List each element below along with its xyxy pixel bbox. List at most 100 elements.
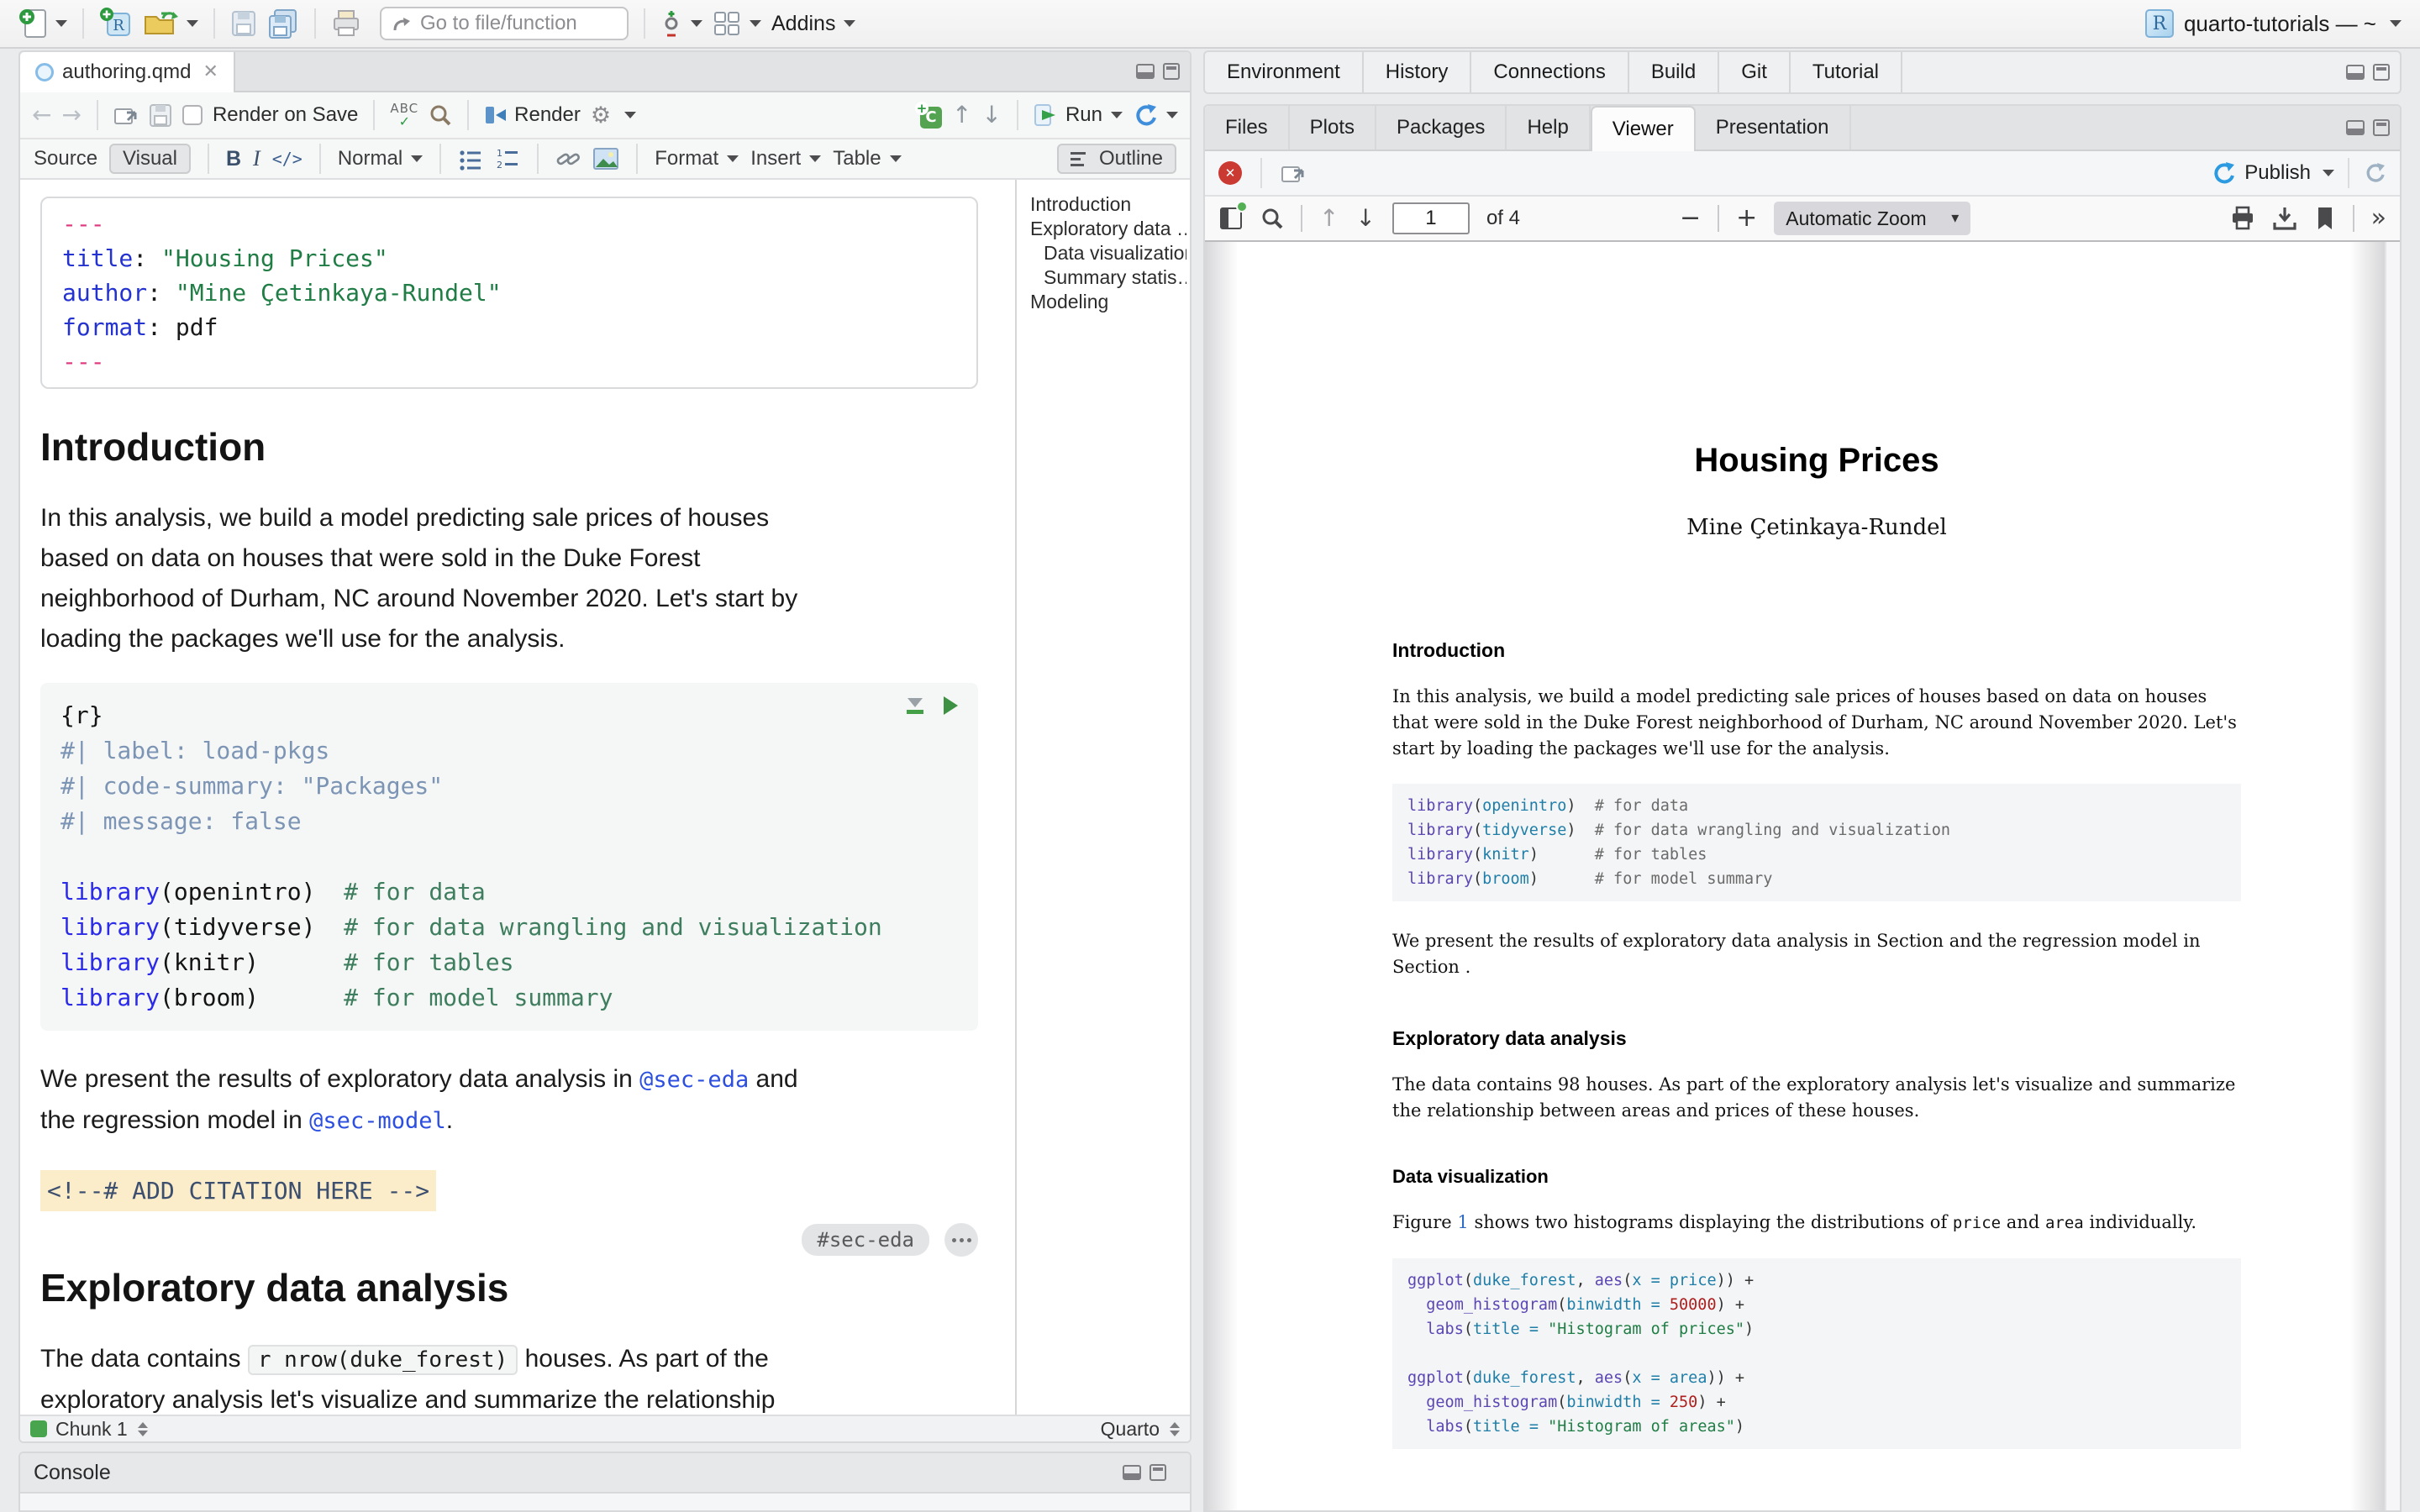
more-options-icon[interactable]: [944, 1223, 978, 1257]
new-file-button[interactable]: [18, 7, 67, 40]
refresh-icon[interactable]: [2363, 161, 2386, 185]
maximize-pane-icon[interactable]: [2373, 119, 2390, 136]
minimize-pane-icon[interactable]: [1136, 64, 1155, 79]
paragraph-style-select[interactable]: Normal: [338, 147, 423, 171]
close-tab-icon[interactable]: ✕: [203, 63, 218, 81]
go-previous-chunk-icon[interactable]: ↑: [952, 103, 971, 127]
maximize-pane-icon[interactable]: [1163, 63, 1180, 80]
spellcheck-icon[interactable]: ABC ✓: [390, 102, 418, 129]
save-all-button[interactable]: [267, 8, 299, 39]
tab-git[interactable]: Git: [1719, 52, 1791, 92]
tab-connections[interactable]: Connections: [1471, 52, 1628, 92]
console-header[interactable]: Console: [20, 1453, 1190, 1494]
minimize-pane-icon[interactable]: [2346, 65, 2365, 80]
outline-item-eda[interactable]: Exploratory data …: [1030, 218, 1186, 242]
chunk-stepper-icon[interactable]: [138, 1422, 148, 1436]
gear-icon[interactable]: ⚙: [591, 104, 611, 127]
insert-chunk-button[interactable]: C +: [915, 102, 942, 129]
pdf-download-icon[interactable]: [2272, 206, 2297, 231]
tab-help[interactable]: Help: [1507, 106, 1590, 150]
open-in-new-window-icon[interactable]: [1281, 162, 1306, 184]
numbered-list-icon[interactable]: 1 2: [495, 147, 520, 171]
popout-window-icon[interactable]: [113, 104, 139, 126]
stop-viewer-icon[interactable]: ✕: [1218, 161, 1242, 185]
pdf-bookmark-icon[interactable]: [2314, 206, 2336, 231]
maximize-pane-icon[interactable]: [2373, 64, 2390, 81]
section-id-badge[interactable]: #sec-eda: [802, 1224, 929, 1256]
zoom-level-select[interactable]: Automatic Zoom ▾: [1774, 202, 1970, 235]
run-all-chunks-above-icon[interactable]: [907, 698, 923, 714]
forward-icon[interactable]: →: [61, 103, 81, 127]
tab-packages[interactable]: Packages: [1376, 106, 1507, 150]
version-control-button[interactable]: [660, 8, 702, 39]
pdf-print-icon[interactable]: [2230, 206, 2255, 231]
bullet-list-icon[interactable]: [458, 147, 483, 171]
next-page-icon[interactable]: ↓: [1355, 207, 1375, 230]
open-file-button[interactable]: [143, 8, 198, 39]
goto-file-input[interactable]: [420, 12, 605, 35]
tab-authoring-qmd[interactable]: authoring.qmd ✕: [20, 52, 235, 92]
render-on-save-checkbox[interactable]: [182, 105, 203, 125]
run-button[interactable]: Run: [1034, 103, 1123, 127]
yaml-metadata-block[interactable]: ---title: "Housing Prices"author: "Mine …: [40, 197, 978, 389]
render-button[interactable]: Render: [484, 103, 581, 127]
pdf-search-icon[interactable]: [1260, 207, 1284, 230]
table-menu[interactable]: Table: [833, 147, 901, 171]
addins-menu[interactable]: Addins: [771, 12, 855, 36]
tab-environment[interactable]: Environment: [1205, 52, 1364, 92]
chunk-position-label[interactable]: Chunk 1: [55, 1418, 128, 1441]
publish-label[interactable]: Publish: [2244, 161, 2311, 185]
insert-menu[interactable]: Insert: [750, 147, 821, 171]
outline-item-data-visualization[interactable]: Data visualization: [1030, 242, 1186, 266]
back-icon[interactable]: ←: [32, 103, 51, 127]
print-button[interactable]: [331, 9, 361, 38]
pdf-scrollbar[interactable]: [2351, 242, 2385, 1510]
paragraph-results: We present the results of exploratory da…: [40, 1059, 978, 1142]
outline-toggle-button[interactable]: Outline: [1057, 144, 1176, 174]
outline-item-summary-statistics[interactable]: Summary statis…: [1030, 266, 1186, 291]
save-button[interactable]: [230, 9, 257, 38]
pdf-page-view[interactable]: Housing Prices Mine Çetinkaya-Rundel Int…: [1205, 242, 2400, 1510]
new-project-button[interactable]: R: [99, 7, 133, 40]
save-icon[interactable]: [149, 102, 172, 128]
search-icon[interactable]: [429, 103, 452, 127]
tab-build[interactable]: Build: [1629, 52, 1719, 92]
zoom-in-icon[interactable]: +: [1736, 206, 1757, 231]
image-icon[interactable]: [592, 147, 619, 171]
toggle-sidebar-icon[interactable]: [1218, 206, 1244, 231]
run-chunk-icon[interactable]: [944, 696, 958, 715]
rerun-button[interactable]: [1133, 102, 1178, 128]
go-next-chunk-icon[interactable]: ↓: [982, 103, 1002, 127]
bold-button[interactable]: B: [226, 147, 241, 171]
tab-tutorial[interactable]: Tutorial: [1791, 52, 1902, 92]
visual-mode-button[interactable]: Visual: [109, 144, 191, 174]
zoom-out-icon[interactable]: −: [1680, 206, 1701, 231]
minimize-pane-icon[interactable]: [2346, 120, 2365, 135]
tab-viewer[interactable]: Viewer: [1591, 106, 1696, 151]
previous-page-icon[interactable]: ↑: [1319, 207, 1339, 230]
tab-history[interactable]: History: [1364, 52, 1472, 92]
outline-item-modeling[interactable]: Modeling: [1030, 291, 1186, 315]
goto-file-box[interactable]: [380, 7, 629, 40]
project-menu[interactable]: R quarto-tutorials — ~: [2145, 9, 2402, 38]
minimize-pane-icon[interactable]: [1123, 1465, 1141, 1480]
format-menu[interactable]: Format: [655, 147, 739, 171]
file-type-label[interactable]: Quarto: [1101, 1418, 1160, 1441]
toolbar-more-icon[interactable]: »: [2371, 206, 2386, 231]
workspace-panes-button[interactable]: [713, 10, 761, 37]
outline-item-introduction[interactable]: Introduction: [1030, 193, 1186, 218]
tab-plots[interactable]: Plots: [1290, 106, 1376, 150]
tab-files[interactable]: Files: [1205, 106, 1290, 150]
page-number-input[interactable]: [1392, 202, 1470, 234]
document-editor[interactable]: ---title: "Housing Prices"author: "Mine …: [20, 180, 1015, 1415]
code-button[interactable]: </>: [272, 149, 302, 169]
file-type-stepper-icon[interactable]: [1170, 1422, 1180, 1436]
pdf-author: Mine Çetinkaya-Rundel: [1392, 515, 2241, 540]
link-icon[interactable]: [555, 147, 581, 171]
publish-icon[interactable]: [2211, 160, 2236, 186]
italic-button[interactable]: I: [253, 146, 260, 171]
maximize-pane-icon[interactable]: [1150, 1464, 1166, 1481]
source-mode-button[interactable]: Source: [34, 147, 97, 171]
tab-presentation[interactable]: Presentation: [1696, 106, 1851, 150]
code-chunk-load-pkgs[interactable]: {r}#| label: load-pkgs#| code-summary: "…: [40, 683, 978, 1031]
